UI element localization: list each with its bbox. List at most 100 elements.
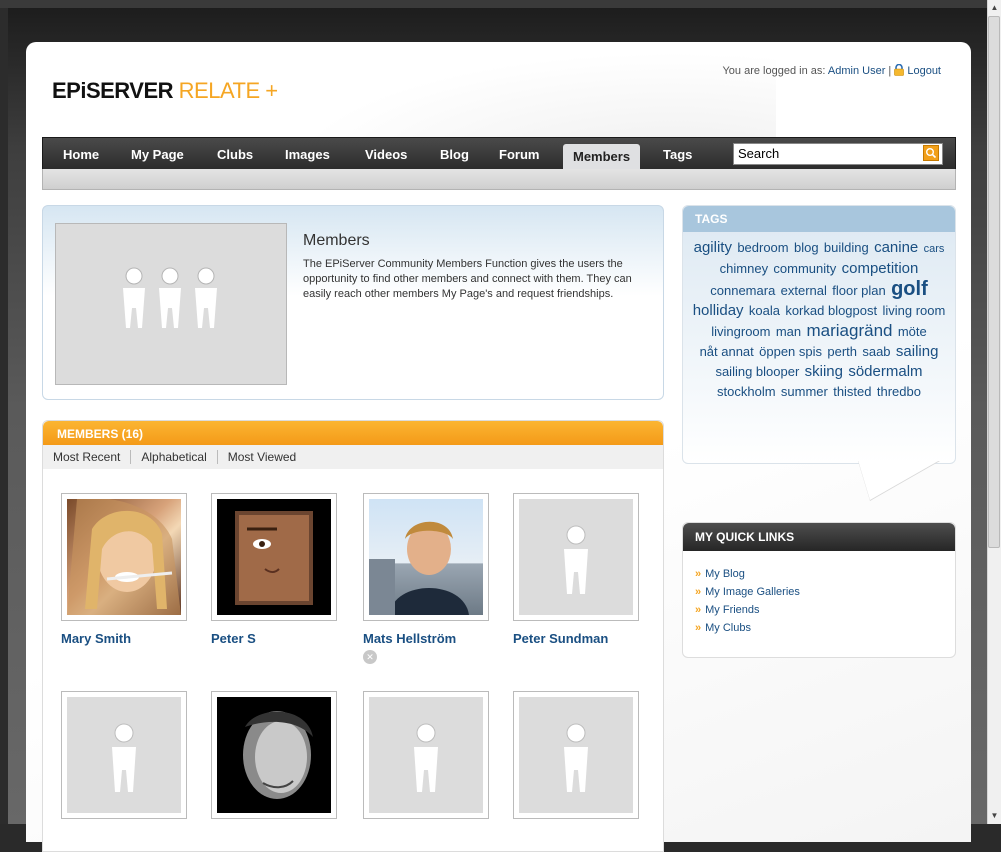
tag-cloud: agility bedroom blog building canine car… <box>683 232 955 410</box>
tag-link[interactable]: nåt annat <box>700 344 754 359</box>
tag-link[interactable]: competition <box>842 260 919 277</box>
sort-most-recent[interactable]: Most Recent <box>53 450 132 464</box>
tag-link[interactable]: bedroom <box>737 240 788 255</box>
tag-link[interactable]: södermalm <box>848 363 922 380</box>
logged-in-label: You are logged in as: <box>722 65 826 77</box>
tag-link[interactable]: connemara <box>710 283 775 298</box>
nav-forum[interactable]: Forum <box>499 147 539 167</box>
vertical-scrollbar[interactable]: ▲ ▼ <box>987 0 1001 824</box>
member-photo-frame[interactable] <box>363 691 489 819</box>
member-photo-frame[interactable] <box>513 691 639 819</box>
logout-link[interactable]: Logout <box>894 64 941 77</box>
logo-text-dark: EPiSERVER <box>52 78 174 103</box>
tag-link[interactable]: möte <box>898 324 927 339</box>
status-badge-icon: ✕ <box>363 650 377 664</box>
tag-link[interactable]: agility <box>694 239 732 256</box>
members-panel: MEMBERS (16) Most Recent Alphabetical Most… <box>42 420 664 852</box>
sort-alphabetical[interactable]: Alphabetical <box>131 450 218 464</box>
member-name[interactable]: Mary Smith <box>61 631 187 646</box>
tag-link[interactable]: floor plan <box>832 283 885 298</box>
tag-link[interactable]: external <box>781 283 827 298</box>
login-status: You are logged in as: Admin User | Logou… <box>722 64 941 77</box>
member-photo <box>217 697 331 813</box>
nav-my-page[interactable]: My Page <box>131 147 184 167</box>
tag-link[interactable]: sailing <box>896 343 939 360</box>
scroll-up-arrow-icon[interactable]: ▲ <box>988 0 1001 16</box>
tag-link[interactable]: cars <box>924 243 945 255</box>
scroll-thumb[interactable] <box>988 16 1000 548</box>
member-photo-frame[interactable] <box>211 493 337 621</box>
tag-link[interactable]: golf <box>891 278 928 300</box>
tag-link[interactable]: thredbo <box>877 384 921 399</box>
tag-link[interactable]: sailing blooper <box>715 364 799 379</box>
member-name[interactable]: Peter Sundman <box>513 631 639 646</box>
member-name[interactable]: Peter S <box>211 631 337 646</box>
nav-blog[interactable]: Blog <box>440 147 469 167</box>
tag-link[interactable]: mariagränd <box>806 321 892 340</box>
member-card[interactable]: Peter S <box>211 493 337 646</box>
tag-link[interactable]: stockholm <box>717 384 776 399</box>
members-header: MEMBERS (16) <box>43 421 663 445</box>
sort-most-viewed[interactable]: Most Viewed <box>218 450 306 464</box>
tag-link[interactable]: thisted <box>833 384 871 399</box>
tag-link[interactable]: chimney <box>720 261 768 276</box>
tag-link[interactable]: öppen spis <box>759 344 822 359</box>
member-photo-placeholder <box>519 499 633 615</box>
intro-title: Members <box>303 232 370 249</box>
site-logo[interactable]: EPiSERVER RELATE + <box>52 78 278 104</box>
login-separator: | <box>888 65 892 77</box>
member-card[interactable]: Peter Sundman <box>513 493 639 646</box>
member-card[interactable]: Mary Smith <box>61 493 187 646</box>
nav-images[interactable]: Images <box>285 147 330 167</box>
tag-link[interactable]: man <box>776 324 801 339</box>
member-name[interactable]: Mats Hellström <box>363 631 489 646</box>
tag-link[interactable]: saab <box>862 344 890 359</box>
tag-link[interactable]: perth <box>827 344 857 359</box>
member-card[interactable]: Mats Hellström ✕ <box>363 493 489 664</box>
intro-text: The EPiServer Community Members Function… <box>303 258 632 300</box>
tag-link[interactable]: summer <box>781 384 828 399</box>
quick-link-my-image-galleries[interactable]: » My Image Galleries <box>695 583 943 601</box>
search-button[interactable] <box>923 145 939 161</box>
tag-link[interactable]: community <box>773 261 836 276</box>
tag-link[interactable]: living room <box>882 303 945 318</box>
member-photo-frame[interactable] <box>61 691 187 819</box>
member-photo-frame[interactable] <box>363 493 489 621</box>
scroll-down-arrow-icon[interactable]: ▼ <box>988 808 1001 824</box>
tag-link[interactable]: livingroom <box>711 324 770 339</box>
tag-link[interactable]: koala <box>749 303 780 318</box>
tag-link[interactable]: canine <box>874 239 918 256</box>
tag-link[interactable]: building <box>824 240 869 255</box>
user-link[interactable]: Admin User <box>828 65 885 77</box>
quick-link-my-clubs[interactable]: » My Clubs <box>695 619 943 637</box>
nav-tags[interactable]: Tags <box>663 147 692 167</box>
member-card[interactable] <box>363 691 489 829</box>
member-card[interactable] <box>211 691 337 829</box>
member-photo-frame[interactable] <box>211 691 337 819</box>
quick-links-header: MY QUICK LINKS <box>683 523 955 551</box>
quick-link-my-blog[interactable]: » My Blog <box>695 565 943 583</box>
tags-speech-tail <box>858 460 940 500</box>
tag-link[interactable]: skiing <box>805 363 843 380</box>
member-card[interactable] <box>513 691 639 829</box>
member-card[interactable] <box>61 691 187 829</box>
member-photo-frame[interactable] <box>61 493 187 621</box>
portrait-man-bw <box>243 711 313 799</box>
search-input[interactable]: Search <box>733 143 943 165</box>
nav-home[interactable]: Home <box>63 147 99 167</box>
nav-clubs[interactable]: Clubs <box>217 147 253 167</box>
page-card: EPiSERVER RELATE + You are logged in as:… <box>26 42 971 852</box>
member-photo-frame[interactable] <box>513 493 639 621</box>
nav-videos[interactable]: Videos <box>365 147 407 167</box>
tags-header: TAGS <box>683 206 955 232</box>
logout-label: Logout <box>907 65 941 77</box>
search-icon <box>926 148 937 159</box>
tag-link[interactable]: blog <box>794 240 819 255</box>
tag-link[interactable]: korkad blogpost <box>785 303 877 318</box>
quick-link-my-friends[interactable]: » My Friends <box>695 601 943 619</box>
portrait-woman <box>67 499 181 615</box>
logo-text-orange: RELATE + <box>178 78 278 103</box>
nav-members[interactable]: Members <box>563 144 641 170</box>
member-photo-placeholder <box>369 697 483 813</box>
tag-link[interactable]: holliday <box>693 302 744 319</box>
